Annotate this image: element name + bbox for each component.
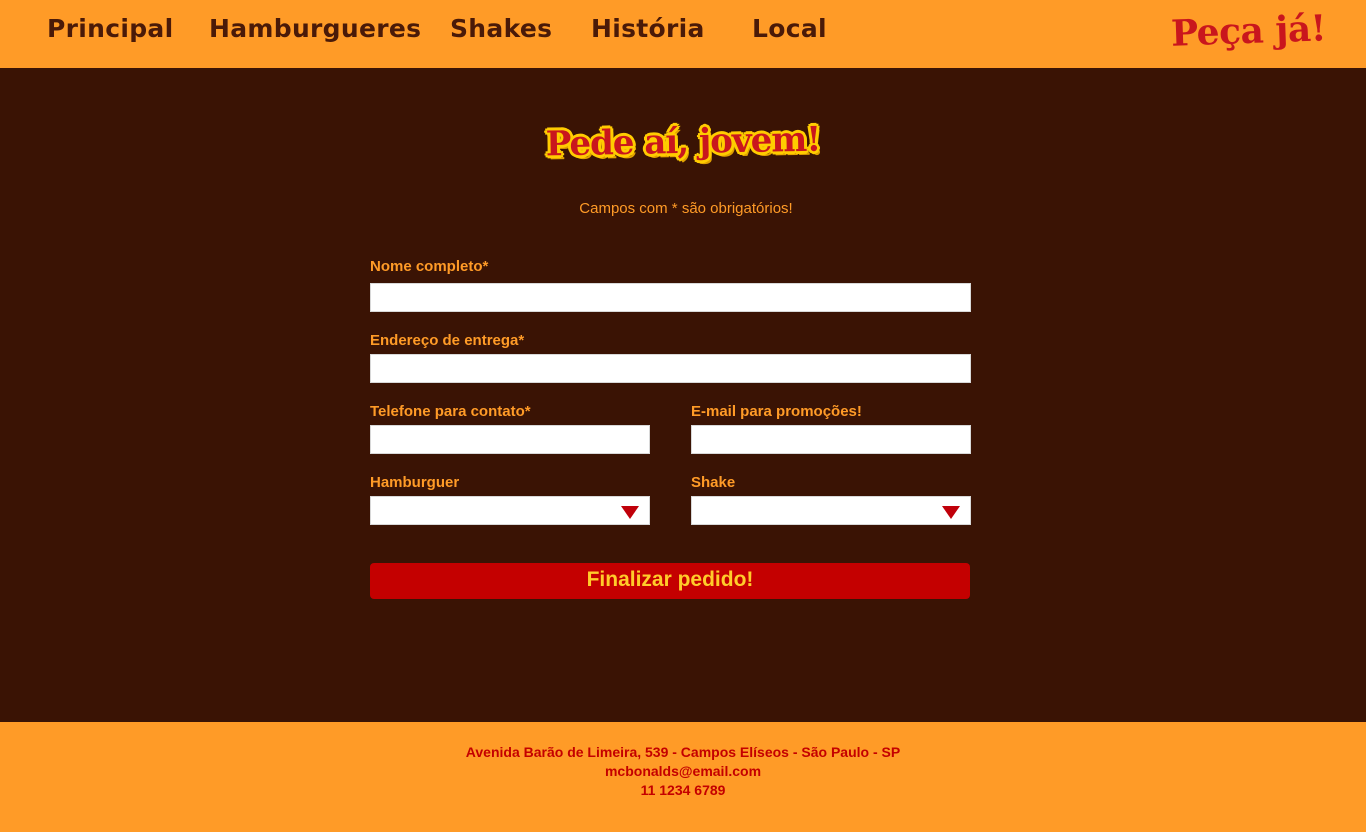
- nav-link-shakes[interactable]: Shakes: [450, 14, 552, 43]
- footer-email: mcbonalds@email.com: [604, 763, 762, 779]
- top-navigation-bar: Principal Hamburgueres Shakes História L…: [0, 0, 1366, 68]
- order-form-logo: Pede aí, jovem!: [545, 119, 821, 165]
- email-label: E-mail para promoções!: [691, 403, 862, 420]
- nav-link-historia[interactable]: História: [591, 14, 705, 43]
- phone-label: Telefone para contato*: [370, 403, 531, 420]
- address-input[interactable]: [370, 354, 971, 383]
- triangle-down-icon: [621, 506, 639, 519]
- nav-link-principal[interactable]: Principal: [47, 14, 173, 43]
- phone-input[interactable]: [370, 425, 650, 454]
- triangle-down-icon: [942, 506, 960, 519]
- shake-label: Shake: [691, 474, 736, 491]
- order-section: Pede aí, jovem! Campos com * são obrigat…: [0, 68, 1366, 722]
- nav-link-hamburgueres[interactable]: Hamburgueres: [209, 14, 421, 43]
- shake-select[interactable]: [691, 496, 971, 525]
- name-input[interactable]: [370, 283, 971, 312]
- name-label: Nome completo*: [370, 258, 489, 275]
- address-label: Endereço de entrega*: [370, 332, 525, 349]
- footer: Avenida Barão de Limeira, 539 - Campos E…: [0, 722, 1366, 832]
- email-input[interactable]: [691, 425, 971, 454]
- nav-link-local[interactable]: Local: [752, 14, 827, 43]
- burger-select[interactable]: [370, 496, 650, 525]
- order-now-link[interactable]: Peça já!: [1170, 7, 1326, 54]
- footer-address: Avenida Barão de Limeira, 539 - Campos E…: [465, 744, 901, 760]
- required-fields-note: Campos com * são obrigatórios!: [579, 200, 793, 217]
- submit-order-button[interactable]: Finalizar pedido!: [370, 563, 970, 599]
- burger-label: Hamburguer: [370, 474, 460, 491]
- footer-phone: 11 1234 6789: [640, 782, 726, 798]
